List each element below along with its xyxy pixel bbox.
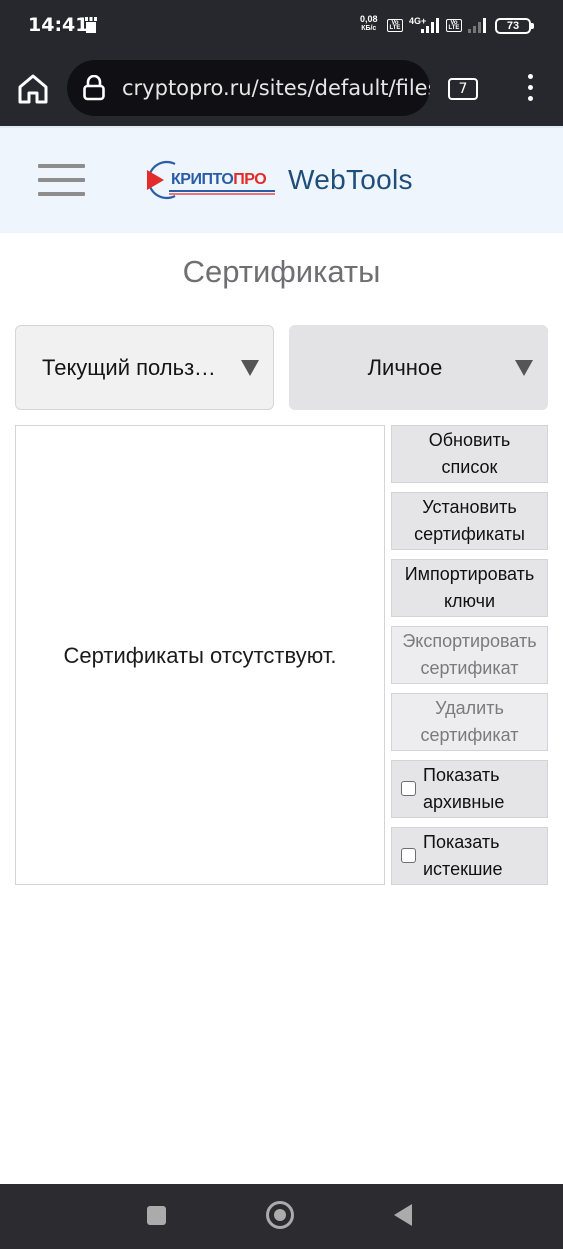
browser-toolbar: cryptopro.ru/sites/default/files 7	[0, 50, 563, 126]
lock-icon	[83, 75, 105, 101]
signal-icon	[421, 18, 439, 33]
location-select[interactable]: Личное	[289, 325, 548, 410]
refresh-list-button[interactable]: Обновить список	[391, 425, 548, 483]
caret-down-icon	[515, 360, 533, 376]
notification-icon	[85, 17, 97, 33]
show-archived-label: Показать архивные	[423, 765, 505, 812]
volte-icon: Vo LTE	[446, 19, 462, 32]
delete-certificate-button[interactable]: Удалить сертификат	[391, 693, 548, 751]
more-vert-icon[interactable]	[520, 74, 540, 104]
site-header: КРИПТОПРО WebTools	[0, 126, 563, 233]
store-select[interactable]: Текущий пользователь	[15, 325, 274, 410]
home-icon[interactable]	[16, 72, 50, 106]
signal-icon	[468, 18, 486, 33]
import-keys-button[interactable]: Импортировать ключи	[391, 559, 548, 617]
page-title: Сертификаты	[182, 254, 381, 289]
show-expired-checkbox[interactable]	[401, 848, 416, 863]
address-bar[interactable]: cryptopro.ru/sites/default/files	[67, 60, 430, 116]
status-bar: 14:41 0,08 КБ/с Vo LTE 4G+ Vo LTE 73	[0, 0, 563, 50]
install-certificates-button[interactable]: Установить сертификаты	[391, 492, 548, 550]
tabs-button[interactable]: 7	[448, 78, 478, 100]
volte-icon: Vo LTE	[387, 19, 403, 32]
brand-name: WebTools	[288, 164, 413, 195]
certificate-list[interactable]: Сертификаты отсутствуют.	[15, 425, 385, 885]
show-archived-checkbox[interactable]	[401, 781, 416, 796]
show-archived-option[interactable]: Показать архивные	[391, 760, 548, 818]
export-certificate-button[interactable]: Экспортировать сертификат	[391, 626, 548, 684]
caret-down-icon	[241, 360, 259, 376]
battery-icon: 73	[495, 18, 534, 34]
location-select-value: Личное	[367, 355, 443, 380]
system-nav-bar	[0, 1184, 563, 1249]
network-speed: 0,08 КБ/с	[360, 14, 378, 33]
store-select-value: Текущий пользователь	[42, 355, 224, 380]
recent-apps-icon[interactable]	[147, 1206, 166, 1225]
cryptopro-logo[interactable]: КРИПТОПРО	[145, 158, 277, 202]
status-time: 14:41	[28, 14, 89, 36]
back-icon[interactable]	[394, 1204, 412, 1226]
url-text: cryptopro.ru/sites/default/files	[122, 76, 430, 100]
home-circle-icon[interactable]	[266, 1201, 294, 1229]
empty-message: Сертификаты отсутствуют.	[63, 643, 337, 668]
show-expired-option[interactable]: Показать истекшие	[391, 827, 548, 885]
hamburger-menu-icon[interactable]	[38, 164, 85, 196]
show-expired-label: Показать истекшие	[423, 832, 503, 879]
